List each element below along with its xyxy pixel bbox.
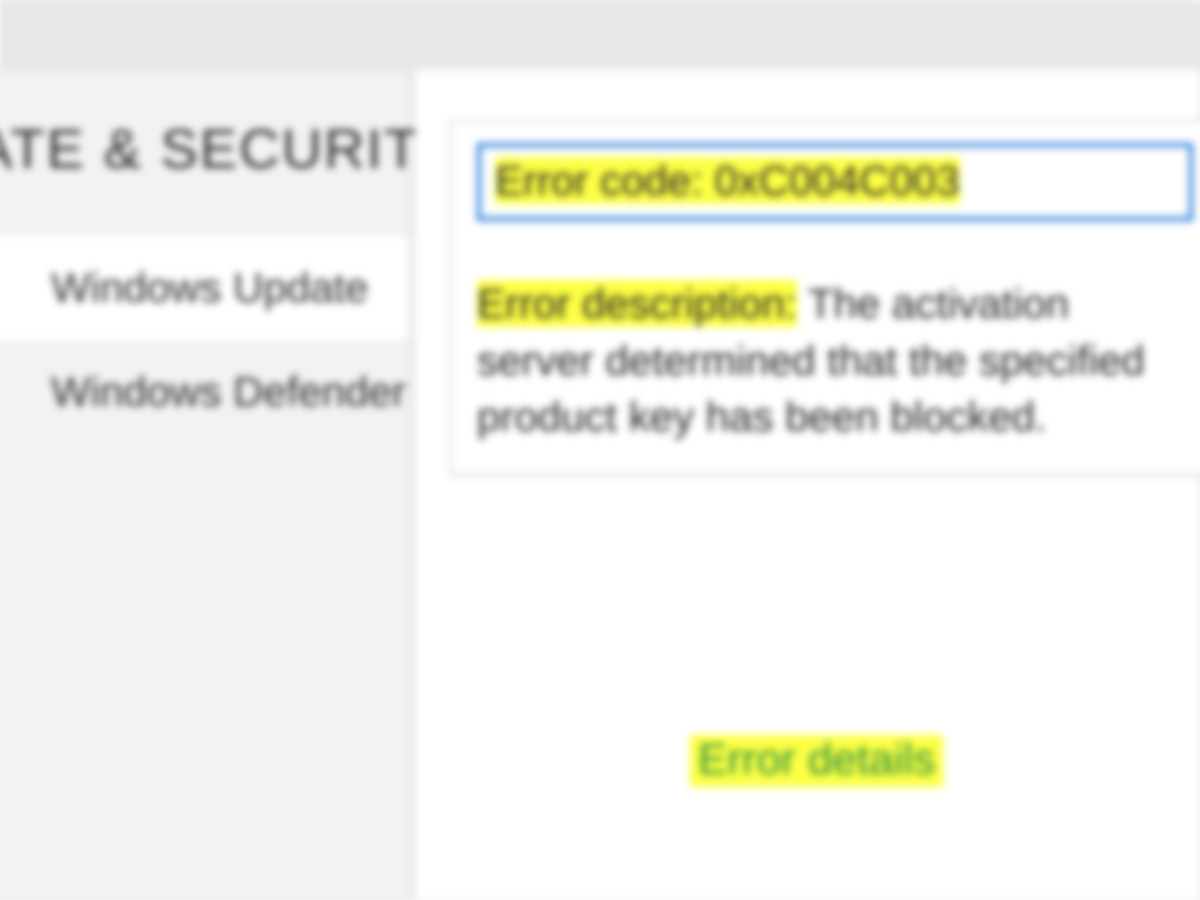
- error-code-text: Error code: 0xC004C003: [495, 157, 960, 204]
- error-code-box: Error code: 0xC004C003: [477, 143, 1193, 221]
- sidebar-item-windows-update[interactable]: Windows Update: [0, 236, 409, 340]
- secondary-link-fragment[interactable]: [660, 860, 1160, 890]
- error-description-label: Error description:: [477, 280, 797, 327]
- sidebar-item-label: Windows Update: [51, 264, 368, 311]
- settings-window: UPDATE & SECURITY Windows Update Windows…: [0, 0, 1200, 900]
- error-tooltip: Error code: 0xC004C003 Error description…: [450, 120, 1200, 475]
- sidebar: UPDATE & SECURITY Windows Update Windows…: [0, 70, 410, 900]
- error-description: Error description: The activation server…: [477, 276, 1193, 446]
- sidebar-item-label: Windows Defender: [51, 368, 406, 415]
- section-title-update-security: UPDATE & SECURITY: [0, 116, 409, 181]
- sidebar-item-windows-defender[interactable]: Windows Defender: [0, 340, 409, 444]
- error-details-link[interactable]: Error details: [690, 735, 943, 787]
